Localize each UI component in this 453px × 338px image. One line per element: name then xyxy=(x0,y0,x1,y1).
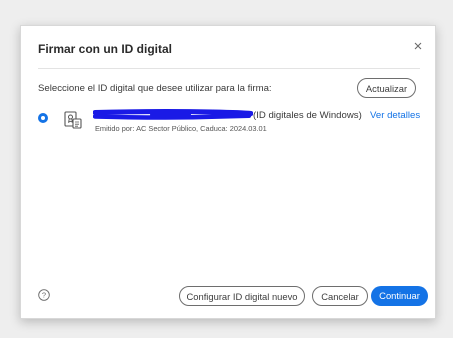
continue-button[interactable]: Continuar xyxy=(371,286,428,306)
configure-new-id-button[interactable]: Configurar ID digital nuevo xyxy=(179,286,305,306)
cancel-button[interactable]: Cancelar xyxy=(312,286,368,306)
issuer-info: Emitido por: AC Sector Público, Caduca: … xyxy=(95,124,267,133)
view-details-link[interactable]: Ver detalles xyxy=(370,110,420,121)
redacted-name-mark xyxy=(93,109,253,120)
svg-text:?: ? xyxy=(42,291,46,300)
digital-id-type: (ID digitales de Windows) xyxy=(253,110,362,121)
header-divider xyxy=(38,68,420,69)
refresh-button[interactable]: Actualizar xyxy=(357,78,416,98)
help-icon[interactable]: ? xyxy=(38,289,50,301)
digital-id-radio[interactable] xyxy=(38,113,48,123)
certificate-icon xyxy=(64,111,82,129)
close-icon[interactable] xyxy=(410,38,426,54)
select-id-prompt: Seleccione el ID digital que desee utili… xyxy=(38,83,272,94)
dialog-title: Firmar con un ID digital xyxy=(38,42,173,56)
sign-digital-id-dialog: Firmar con un ID digital Seleccione el I… xyxy=(20,25,436,319)
